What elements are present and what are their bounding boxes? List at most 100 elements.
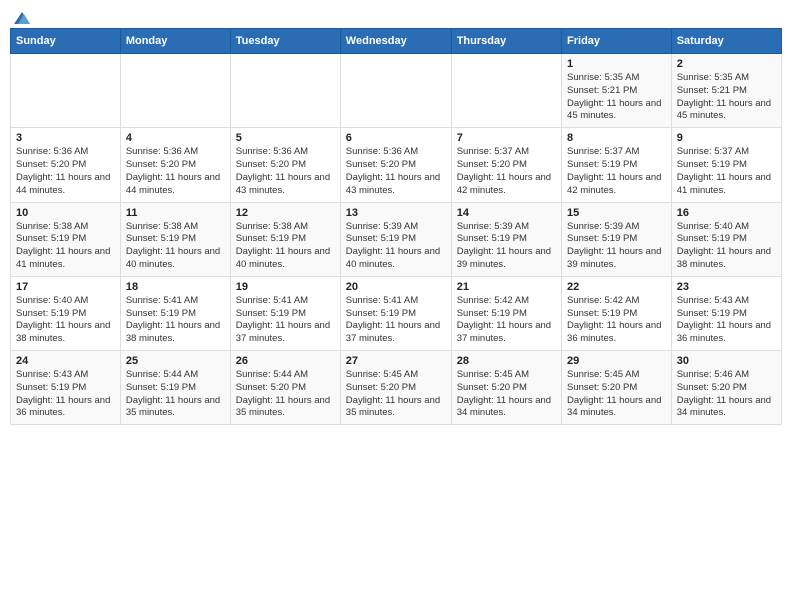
day-number: 30 — [677, 355, 776, 367]
calendar-week-row: 17Sunrise: 5:40 AM Sunset: 5:19 PM Dayli… — [11, 276, 782, 350]
day-number: 9 — [677, 132, 776, 144]
calendar-cell: 11Sunrise: 5:38 AM Sunset: 5:19 PM Dayli… — [120, 202, 230, 276]
calendar-cell: 2 Sunrise: 5:35 AM Sunset: 5:21 PM Daylig… — [671, 54, 781, 128]
day-number: 2 — [677, 58, 776, 70]
day-number: 25 — [126, 355, 225, 367]
day-number: 1 — [567, 58, 666, 70]
calendar-cell: 29 Sunrise: 5:45 AM Sunset: 5:20 PM Dayli… — [562, 351, 672, 425]
day-number: 14 — [457, 207, 556, 219]
day-number: 22 — [567, 281, 666, 293]
calendar-header-row: SundayMondayTuesdayWednesdayThursdayFrid… — [11, 29, 782, 54]
calendar-cell: 20 Sunrise: 5:41 AM Sunset: 5:19 PM Dayli… — [340, 276, 451, 350]
calendar-cell: 13Sunrise: 5:39 AM Sunset: 5:19 PM Dayli… — [340, 202, 451, 276]
calendar-cell: 8 Sunrise: 5:37 AM Sunset: 5:19 PM Daylig… — [562, 128, 672, 202]
day-number: 18 — [126, 281, 225, 293]
day-number: 15 — [567, 207, 666, 219]
calendar-cell: 10 Sunrise: 5:38 AM Sunset: 5:19 PM Dayli… — [11, 202, 121, 276]
day-number: 19 — [236, 281, 335, 293]
calendar-cell: 1 Sunrise: 5:35 AM Sunset: 5:21 PM Daylig… — [562, 54, 672, 128]
day-info: Sunrise: 5:35 AM Sunset: 5:21 PM Dayligh… — [677, 72, 776, 123]
day-info: Sunrise: 5:45 AM Sunset: 5:20 PM Dayligh… — [567, 369, 666, 420]
calendar-cell: 7 Sunrise: 5:37 AM Sunset: 5:20 PM Daylig… — [451, 128, 561, 202]
day-info: Sunrise: 5:43 AM Sunset: 5:19 PM Dayligh… — [677, 295, 776, 346]
page-header — [10, 10, 782, 22]
day-number: 7 — [457, 132, 556, 144]
calendar-cell: 25 Sunrise: 5:44 AM Sunset: 5:19 PM Dayli… — [120, 351, 230, 425]
day-number: 4 — [126, 132, 225, 144]
day-info: Sunrise: 5:40 AM Sunset: 5:19 PM Dayligh… — [677, 221, 776, 272]
calendar-table: SundayMondayTuesdayWednesdayThursdayFrid… — [10, 28, 782, 425]
calendar-week-row: 10 Sunrise: 5:38 AM Sunset: 5:19 PM Dayli… — [11, 202, 782, 276]
day-info: Sunrise: 5:45 AM Sunset: 5:20 PM Dayligh… — [457, 369, 556, 420]
day-info: Sunrise: 5:40 AM Sunset: 5:19 PM Dayligh… — [16, 295, 115, 346]
day-number: 26 — [236, 355, 335, 367]
calendar-cell: 3 Sunrise: 5:36 AM Sunset: 5:20 PM Daylig… — [11, 128, 121, 202]
weekday-header-friday: Friday — [562, 29, 672, 54]
calendar-week-row: 24Sunrise: 5:43 AM Sunset: 5:19 PM Dayli… — [11, 351, 782, 425]
day-number: 29 — [567, 355, 666, 367]
calendar-cell: 17Sunrise: 5:40 AM Sunset: 5:19 PM Dayli… — [11, 276, 121, 350]
day-info: Sunrise: 5:42 AM Sunset: 5:19 PM Dayligh… — [457, 295, 556, 346]
day-info: Sunrise: 5:37 AM Sunset: 5:19 PM Dayligh… — [677, 146, 776, 197]
calendar-cell: 24Sunrise: 5:43 AM Sunset: 5:19 PM Dayli… — [11, 351, 121, 425]
calendar-cell: 26Sunrise: 5:44 AM Sunset: 5:20 PM Dayli… — [230, 351, 340, 425]
day-info: Sunrise: 5:36 AM Sunset: 5:20 PM Dayligh… — [236, 146, 335, 197]
day-number: 28 — [457, 355, 556, 367]
calendar-cell: 19 Sunrise: 5:41 AM Sunset: 5:19 PM Dayli… — [230, 276, 340, 350]
day-info: Sunrise: 5:41 AM Sunset: 5:19 PM Dayligh… — [236, 295, 335, 346]
day-number: 6 — [346, 132, 446, 144]
calendar-cell: 14 Sunrise: 5:39 AM Sunset: 5:19 PM Dayli… — [451, 202, 561, 276]
calendar-cell: 18 Sunrise: 5:41 AM Sunset: 5:19 PM Dayli… — [120, 276, 230, 350]
calendar-cell: 28 Sunrise: 5:45 AM Sunset: 5:20 PM Dayli… — [451, 351, 561, 425]
day-info: Sunrise: 5:37 AM Sunset: 5:20 PM Dayligh… — [457, 146, 556, 197]
day-info: Sunrise: 5:36 AM Sunset: 5:20 PM Dayligh… — [126, 146, 225, 197]
calendar-cell — [230, 54, 340, 128]
day-info: Sunrise: 5:38 AM Sunset: 5:19 PM Dayligh… — [16, 221, 115, 272]
logo-icon — [12, 10, 32, 26]
day-info: Sunrise: 5:39 AM Sunset: 5:19 PM Dayligh… — [457, 221, 556, 272]
day-number: 21 — [457, 281, 556, 293]
day-info: Sunrise: 5:42 AM Sunset: 5:19 PM Dayligh… — [567, 295, 666, 346]
day-info: Sunrise: 5:39 AM Sunset: 5:19 PM Dayligh… — [346, 221, 446, 272]
day-info: Sunrise: 5:39 AM Sunset: 5:19 PM Dayligh… — [567, 221, 666, 272]
day-number: 16 — [677, 207, 776, 219]
day-info: Sunrise: 5:37 AM Sunset: 5:19 PM Dayligh… — [567, 146, 666, 197]
weekday-header-sunday: Sunday — [11, 29, 121, 54]
calendar-cell: 6 Sunrise: 5:36 AM Sunset: 5:20 PM Daylig… — [340, 128, 451, 202]
calendar-cell: 9 Sunrise: 5:37 AM Sunset: 5:19 PM Daylig… — [671, 128, 781, 202]
weekday-header-monday: Monday — [120, 29, 230, 54]
day-info: Sunrise: 5:41 AM Sunset: 5:19 PM Dayligh… — [126, 295, 225, 346]
calendar-cell — [451, 54, 561, 128]
day-number: 10 — [16, 207, 115, 219]
weekday-header-tuesday: Tuesday — [230, 29, 340, 54]
calendar-cell: 4 Sunrise: 5:36 AM Sunset: 5:20 PM Daylig… — [120, 128, 230, 202]
calendar-cell: 27Sunrise: 5:45 AM Sunset: 5:20 PM Dayli… — [340, 351, 451, 425]
day-info: Sunrise: 5:36 AM Sunset: 5:20 PM Dayligh… — [16, 146, 115, 197]
calendar-cell — [11, 54, 121, 128]
day-info: Sunrise: 5:44 AM Sunset: 5:19 PM Dayligh… — [126, 369, 225, 420]
weekday-header-thursday: Thursday — [451, 29, 561, 54]
calendar-cell: 30 Sunrise: 5:46 AM Sunset: 5:20 PM Dayli… — [671, 351, 781, 425]
day-number: 11 — [126, 207, 225, 219]
day-info: Sunrise: 5:36 AM Sunset: 5:20 PM Dayligh… — [346, 146, 446, 197]
calendar-cell: 12Sunrise: 5:38 AM Sunset: 5:19 PM Dayli… — [230, 202, 340, 276]
calendar-cell — [120, 54, 230, 128]
day-number: 27 — [346, 355, 446, 367]
day-info: Sunrise: 5:38 AM Sunset: 5:19 PM Dayligh… — [236, 221, 335, 272]
day-info: Sunrise: 5:35 AM Sunset: 5:21 PM Dayligh… — [567, 72, 666, 123]
day-info: Sunrise: 5:46 AM Sunset: 5:20 PM Dayligh… — [677, 369, 776, 420]
calendar-cell — [340, 54, 451, 128]
logo — [10, 10, 32, 22]
calendar-cell: 22 Sunrise: 5:42 AM Sunset: 5:19 PM Dayli… — [562, 276, 672, 350]
calendar-cell: 23Sunrise: 5:43 AM Sunset: 5:19 PM Dayli… — [671, 276, 781, 350]
day-number: 3 — [16, 132, 115, 144]
day-number: 5 — [236, 132, 335, 144]
calendar-week-row: 1 Sunrise: 5:35 AM Sunset: 5:21 PM Daylig… — [11, 54, 782, 128]
day-number: 20 — [346, 281, 446, 293]
weekday-header-wednesday: Wednesday — [340, 29, 451, 54]
calendar-cell: 21 Sunrise: 5:42 AM Sunset: 5:19 PM Dayli… — [451, 276, 561, 350]
day-number: 24 — [16, 355, 115, 367]
calendar-cell: 5 Sunrise: 5:36 AM Sunset: 5:20 PM Daylig… — [230, 128, 340, 202]
day-info: Sunrise: 5:41 AM Sunset: 5:19 PM Dayligh… — [346, 295, 446, 346]
day-number: 8 — [567, 132, 666, 144]
